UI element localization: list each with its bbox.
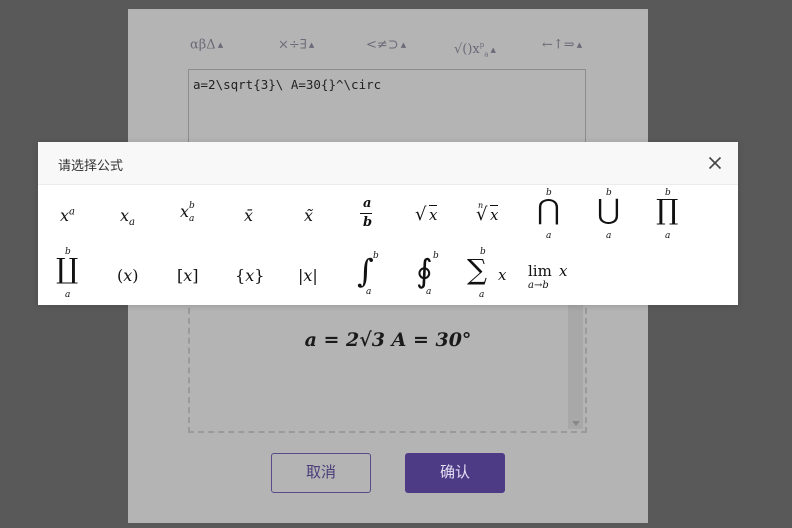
formula-product[interactable]: b ∏ a	[638, 186, 698, 246]
formula-summation[interactable]: b ∑ a x	[458, 245, 518, 305]
formula-big-union[interactable]: b ⋃ a	[578, 186, 638, 246]
greek-symbols-label: αβΔ	[190, 37, 216, 53]
cancel-button[interactable]: 取消	[271, 453, 371, 493]
formula-picker-dialog: 请选择公式 xa xa x b a x̄ x̃ a b √ x n √ x b …	[38, 142, 738, 305]
formula-sqrt[interactable]: √ x	[398, 186, 458, 246]
formula-big-intersection[interactable]: b ⋂ a	[518, 186, 578, 246]
formula-braces[interactable]: {x}	[218, 245, 278, 305]
arrows-label: ←↑⇒	[542, 37, 575, 53]
dialog-header: 请选择公式	[38, 142, 738, 185]
formula-brackets[interactable]: [x]	[158, 245, 218, 305]
dialog-title: 请选择公式	[58, 158, 124, 173]
formula-absolute-value[interactable]: |x|	[278, 245, 338, 305]
formula-coproduct[interactable]: b ∐ a	[38, 245, 98, 305]
relations-dropdown[interactable]: <≠⊃ ▲	[366, 35, 406, 55]
scroll-down-icon[interactable]	[572, 421, 580, 426]
caret-up-icon: ▲	[400, 41, 407, 49]
formula-preview: a = 2√3 A = 30°	[304, 329, 472, 351]
formula-subscript[interactable]: xa	[98, 186, 158, 246]
formula-tilde[interactable]: x̃	[278, 186, 338, 246]
caret-up-icon: ▲	[576, 41, 583, 49]
symbol-toolbar: αβΔ ▲ ×÷∃ ▲ <≠⊃ ▲ √()xpa▲ ←↑⇒ ▲	[128, 35, 648, 59]
formula-superscript[interactable]: xa	[38, 186, 98, 246]
formula-sub-superscript[interactable]: x b a	[158, 186, 218, 246]
formula-limit[interactable]: lim a→b x	[518, 245, 578, 305]
close-icon[interactable]	[706, 154, 724, 172]
formula-parentheses[interactable]: (x)	[98, 245, 158, 305]
formula-contour-integral[interactable]: b ∮ a	[398, 245, 458, 305]
functions-dropdown[interactable]: √()xpa▲	[454, 35, 496, 59]
operators-dropdown[interactable]: ×÷∃ ▲	[278, 35, 314, 55]
formula-integral[interactable]: b ∫ a	[338, 245, 398, 305]
operators-label: ×÷∃	[278, 37, 307, 53]
functions-label: √()x	[454, 42, 480, 57]
caret-up-icon: ▲	[490, 45, 496, 54]
arrows-dropdown[interactable]: ←↑⇒ ▲	[542, 35, 582, 55]
greek-symbols-dropdown[interactable]: αβΔ ▲	[190, 35, 223, 55]
preview-scrollbar[interactable]	[568, 299, 583, 429]
formula-nth-root[interactable]: n √ x	[458, 186, 518, 246]
relations-label: <≠⊃	[366, 37, 399, 53]
confirm-button[interactable]: 确认	[405, 453, 505, 493]
formula-bar[interactable]: x̄	[218, 186, 278, 246]
caret-up-icon: ▲	[308, 41, 315, 49]
caret-up-icon: ▲	[217, 41, 224, 49]
formula-fraction[interactable]: a b	[338, 186, 398, 246]
